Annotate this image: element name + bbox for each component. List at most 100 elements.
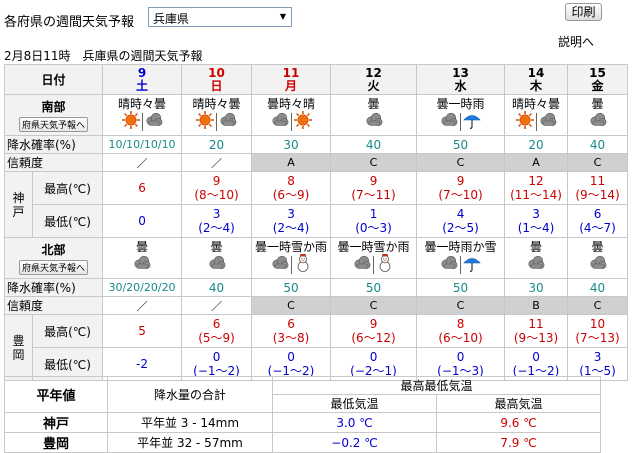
summary-max-temp: 9.6 ℃: [435, 412, 602, 433]
city-char: 戸: [12, 204, 25, 219]
prefecture-forecast-button[interactable]: 府県天気予報へ: [19, 260, 89, 275]
min-temp-range: (4〜7): [579, 221, 616, 235]
max-temp-value: 8: [456, 317, 465, 331]
max-temp-range: (7〜10): [438, 188, 483, 202]
cloud-icon: [364, 110, 384, 133]
max-temp-cell: 11 (9〜13): [504, 314, 569, 348]
region-south: 南部 府県天気予報へ: [3, 94, 104, 136]
summary-city: 豊岡: [4, 432, 108, 453]
weather-icons: [569, 111, 627, 133]
prefecture-select[interactable]: 兵庫県 ▼: [148, 7, 292, 27]
icon-separator: [141, 112, 143, 131]
min-temp-cell: 6 (4〜7): [567, 204, 629, 238]
weather-text: 曇時々晴: [267, 96, 316, 111]
min-temp-range: (2〜4): [272, 221, 310, 235]
weather-text: 晴時々曇: [118, 96, 167, 111]
weather-icons: [418, 110, 504, 133]
min-temp-cell: 3 (1〜4): [504, 204, 569, 238]
max-temp-label: 最高(℃): [31, 171, 104, 205]
help-link[interactable]: 説明へ: [558, 33, 594, 50]
weather-cell: 曇一時雨か雪: [416, 237, 506, 279]
weather-icons: [104, 110, 181, 133]
day-header: 13 水: [416, 64, 506, 95]
reliability-value: ／: [102, 153, 183, 172]
max-temp-cell: 9 (7〜11): [330, 171, 418, 205]
min-temp-value: 0: [212, 350, 221, 364]
pop-value: 50: [251, 278, 332, 297]
summary-precip: 平年並 32 - 57mm: [107, 432, 273, 453]
max-temp-value: 5: [138, 324, 146, 338]
weather-text: 曇: [136, 239, 149, 254]
weekly-forecast-table: 日付 9 土 10 日 11 月 12 火 13 水 14 木 15 金南部 府県天気予報へ 晴時々曇 晴時々曇曇…: [3, 64, 629, 381]
prefecture-forecast-button[interactable]: 府県天気予報へ: [19, 117, 89, 132]
normal-values-table: 平年値 降水量の合計 最高最低気温 最低気温 最高気温 神戸 平年並 3 - 1…: [4, 376, 602, 453]
min-temp-range: (2〜5): [442, 221, 479, 235]
temp-heading: 最高最低気温: [271, 376, 602, 395]
max-temp-range: (6〜10): [438, 331, 483, 345]
day-number: 11: [282, 65, 300, 80]
day-header: 10 日: [181, 64, 253, 95]
pop-value: 40: [181, 278, 253, 297]
cloud-icon: [218, 110, 238, 133]
pop-value: 30/20/20/20: [102, 278, 183, 297]
pop-value: 40: [330, 135, 418, 154]
cloud-icon: [439, 110, 459, 133]
day-number: 15: [589, 65, 606, 80]
reliability-value: ／: [181, 296, 253, 315]
max-temp-cell: 9 (7〜10): [416, 171, 506, 205]
max-temp-value: 6: [138, 181, 146, 195]
umbrella-icon: [462, 253, 482, 276]
min-temp-value: 3: [593, 350, 602, 364]
cloud-icon: [352, 253, 372, 276]
print-button[interactable]: 印刷: [565, 3, 602, 21]
day-header: 15 金: [567, 64, 629, 95]
weather-text: 曇: [591, 239, 604, 254]
cloud-icon: [270, 110, 290, 133]
min-temp-cell: 1 (0〜3): [330, 204, 418, 238]
day-header: 9土: [102, 64, 183, 95]
max-temp-range: (5〜9): [198, 331, 235, 345]
max-temp-range: (6〜12): [351, 331, 396, 345]
min-temp-value: 1: [369, 207, 378, 221]
sun-icon: [121, 110, 141, 133]
max-temp-range: (9〜14): [575, 188, 620, 202]
reliability-value: C: [567, 296, 629, 315]
max-temp-cell: 5: [102, 314, 183, 348]
pop-value: 40: [567, 278, 629, 297]
icon-separator: [460, 112, 462, 131]
page-title: 各府県の週間天気予報: [4, 15, 135, 30]
min-temp-value: 6: [593, 207, 602, 221]
min-temp-range: (0〜3): [355, 221, 392, 235]
forecast-timestamp: 2月8日11時 兵庫県の週間天気予報: [4, 49, 203, 63]
day-header: 11 月: [251, 64, 332, 95]
min-temp-label: 最低(℃): [31, 204, 104, 238]
min-temp-heading: 最低気温: [272, 394, 437, 413]
max-temp-cell: 9 (6〜12): [330, 314, 418, 348]
min-temp-cell: 4 (2〜5): [416, 204, 506, 238]
summary-min-temp: −0.2 ℃: [272, 432, 437, 453]
cloud-icon: [144, 110, 164, 133]
weather-icons: [332, 253, 416, 276]
day-number: 9: [137, 65, 147, 80]
max-temp-cell: 6 (5〜9): [181, 314, 253, 348]
normal-values-heading: 平年値: [4, 376, 108, 413]
cloud-icon: [538, 110, 558, 133]
chevron-down-icon[interactable]: ▼: [275, 8, 291, 26]
max-temp-cell: 8 (6〜9): [251, 171, 332, 205]
min-temp-value: 0: [138, 214, 146, 228]
umbrella-icon: [462, 110, 482, 133]
max-temp-cell: 6 (3〜8): [251, 314, 332, 348]
city-name: 神戸: [4, 171, 33, 238]
weather-text: 晴時々曇: [512, 96, 561, 111]
city-char: 岡: [12, 347, 25, 362]
pop-value: 10/10/10/10: [102, 135, 183, 154]
day-number: 10: [208, 65, 225, 80]
max-temp-cell: 11 (9〜14): [567, 171, 629, 205]
weather-cell: 曇: [102, 237, 183, 279]
pop-value: 20: [181, 135, 253, 154]
weather-icons: [183, 110, 251, 133]
weather-cell: 曇: [567, 237, 629, 279]
min-temp-cell: 3 (2〜4): [251, 204, 332, 238]
weather-text: 曇: [530, 239, 543, 254]
cloud-icon: [588, 253, 608, 276]
